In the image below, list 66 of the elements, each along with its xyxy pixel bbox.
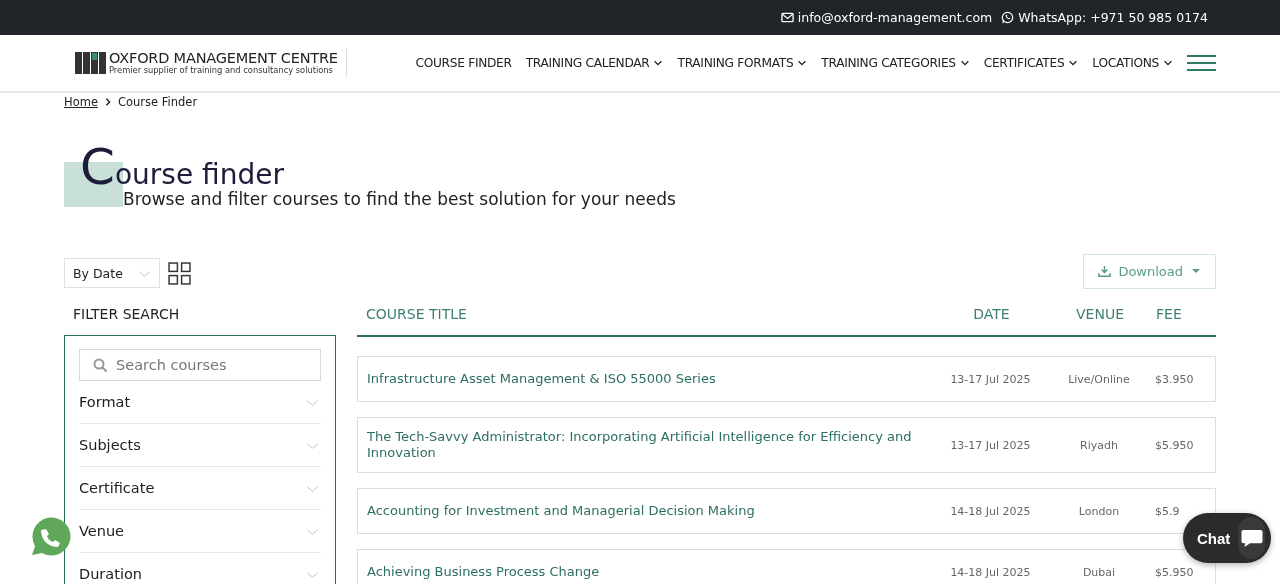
chevron-down-icon	[138, 268, 151, 278]
course-date: 14-18 Jul 2025	[949, 565, 1032, 579]
chevron-down-icon	[1068, 58, 1079, 68]
chevron-down-icon	[306, 397, 319, 407]
course-venue: Dubai	[1081, 565, 1117, 579]
filter-group[interactable]: Venue	[79, 510, 321, 553]
phone-bubble-icon	[1001, 11, 1015, 24]
chevron-right-icon	[103, 96, 112, 107]
column-header[interactable]: VENUE	[1044, 305, 1156, 322]
chevron-down-icon	[959, 58, 970, 68]
chevron-down-icon	[306, 569, 319, 579]
nav-link[interactable]: TRAINING FORMATS	[677, 56, 808, 70]
column-header[interactable]: FEE	[1156, 305, 1216, 322]
email-link[interactable]: info@oxford-management.com	[780, 10, 993, 25]
filter-group[interactable]: Subjects	[79, 424, 321, 467]
course-title-link[interactable]: Achieving Business Process Change	[358, 564, 938, 580]
course-venue: London	[1077, 504, 1121, 518]
filter-group[interactable]: Certificate	[79, 467, 321, 510]
breadcrumb-current: Course Finder	[117, 94, 198, 109]
course-date: 14-18 Jul 2025	[949, 504, 1032, 518]
course-title-link[interactable]: The Tech-Savvy Administrator: Incorporating Artificial Intelligence for Efficiency and Innovation	[358, 429, 938, 461]
column-header[interactable]: DATE	[939, 305, 1044, 322]
course-venue: Live/Online	[1067, 372, 1131, 386]
menu-icon[interactable]	[1187, 55, 1216, 71]
chevron-down-icon	[653, 58, 664, 68]
breadcrumb-link[interactable]: Home	[64, 94, 98, 109]
course-row[interactable]: Accounting for Investment and Managerial Decision Making 14-18 Jul 2025 London $5.9	[357, 488, 1216, 534]
nav-link[interactable]: LOCATIONS	[1092, 56, 1173, 70]
download-icon	[1098, 264, 1112, 278]
course-venue: Riyadh	[1079, 438, 1119, 452]
sort-dropdown[interactable]: By Date	[64, 258, 160, 288]
page-subtitle: Browse and filter courses to find the best solution for your needs	[123, 189, 676, 209]
nav-link[interactable]: TRAINING CATEGORIES	[821, 56, 970, 70]
nav-link[interactable]: TRAINING CALENDAR	[525, 56, 664, 70]
logo-name: OXFORD MANAGEMENT CENTRE	[109, 51, 338, 66]
column-header[interactable]: COURSE TITLE	[357, 305, 939, 322]
course-date: 13-17 Jul 2025	[949, 438, 1032, 452]
filter-group[interactable]: Format	[79, 381, 321, 424]
course-date: 13-17 Jul 2025	[949, 372, 1032, 386]
mail-icon	[780, 11, 794, 24]
chat-button[interactable]: Chat	[1183, 513, 1271, 563]
course-fee: $5.950	[1155, 438, 1195, 452]
chevron-down-icon	[797, 58, 808, 68]
course-fee: $5.950	[1155, 565, 1195, 579]
nav-link[interactable]: COURSE FINDER	[415, 56, 512, 70]
caret-icon	[1190, 268, 1202, 274]
speech-bubble-icon	[1239, 527, 1264, 549]
search-field[interactable]: Search courses	[79, 349, 321, 381]
nav-link[interactable]: CERTIFICATES	[983, 56, 1079, 70]
whatsapp-link[interactable]: WhatsApp: +971 50 985 0174	[1001, 10, 1208, 25]
course-fee: $5.9	[1155, 504, 1181, 518]
chevron-down-icon	[306, 440, 319, 450]
course-row[interactable]: Infrastructure Asset Management & ISO 55000 Series 13-17 Jul 2025 Live/Online $3.950	[357, 356, 1216, 402]
chevron-down-icon	[306, 483, 319, 493]
page-title: Course finder	[80, 137, 284, 191]
course-row[interactable]: The Tech-Savvy Administrator: Incorporating Artificial Intelligence for Efficiency and Innovation 13-17 Jul 2025 Riyadh $5.950	[357, 417, 1216, 473]
grid-view-icon[interactable]	[168, 261, 191, 285]
filter-heading: FILTER SEARCH	[72, 305, 181, 324]
course-title-link[interactable]: Accounting for Investment and Managerial Decision Making	[358, 503, 938, 519]
chevron-down-icon	[306, 526, 319, 536]
logo-tagline: Premier supplier of training and consultancy solutions	[109, 66, 334, 75]
chevron-down-icon	[1163, 58, 1173, 68]
course-fee: $3.950	[1155, 372, 1195, 386]
filter-group[interactable]: Duration	[79, 553, 321, 584]
course-title-link[interactable]: Infrastructure Asset Management & ISO 55000 Series	[358, 371, 938, 387]
logo-icon	[75, 52, 106, 74]
